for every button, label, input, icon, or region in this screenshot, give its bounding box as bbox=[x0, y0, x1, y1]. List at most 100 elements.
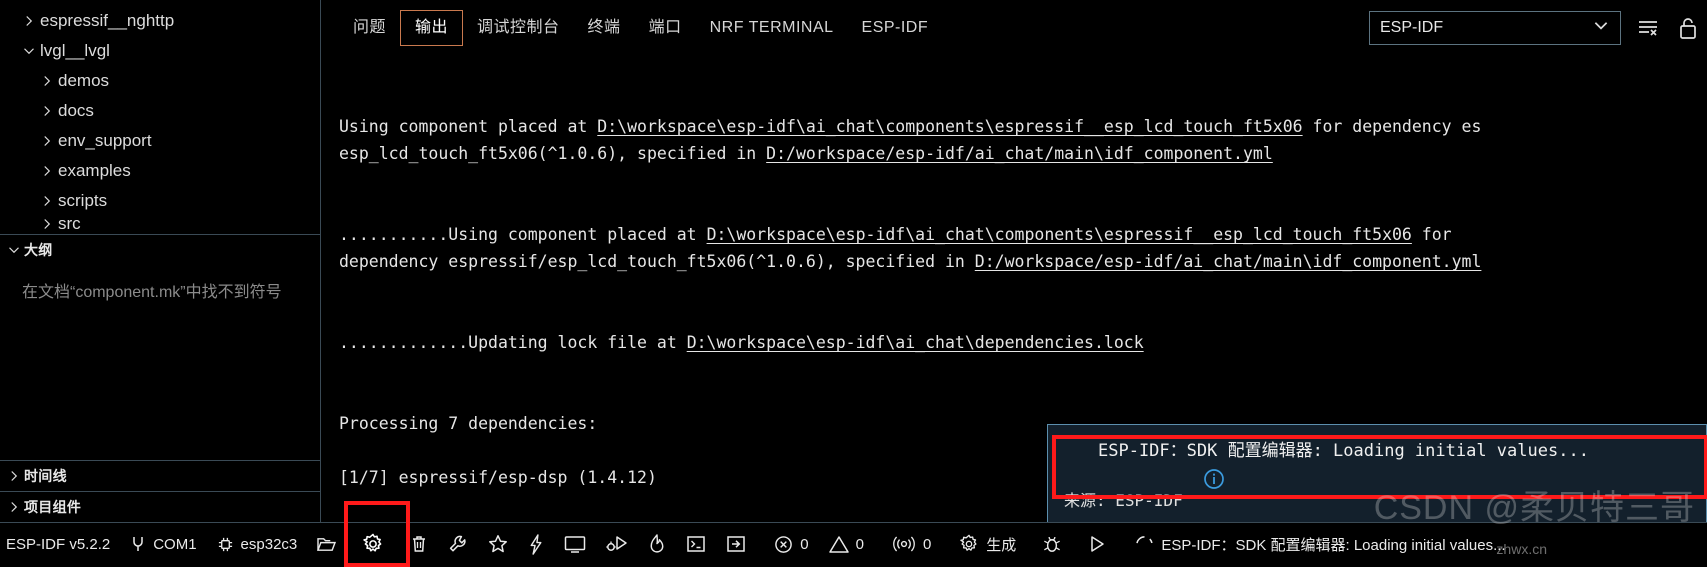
tree-item-docs[interactable]: docs bbox=[0, 96, 320, 126]
output-line: esp_lcd_touch_ft5x06(^1.0.6), specified … bbox=[339, 140, 1707, 167]
sidebar: espressif__nghttp lvgl__lvgl demos docs … bbox=[0, 0, 321, 522]
output-link[interactable]: D:/workspace/esp-idf/ai_chat/main\idf_co… bbox=[766, 144, 1273, 163]
status-label: esp32c3 bbox=[240, 535, 298, 553]
arrow-box-icon bbox=[726, 534, 746, 554]
chevron-right-icon bbox=[36, 75, 58, 87]
chevron-right-icon bbox=[18, 15, 40, 27]
tree-item-lvgl-lvgl[interactable]: lvgl__lvgl bbox=[0, 36, 320, 66]
output-text: for dependency es bbox=[1302, 117, 1482, 136]
tab-problems[interactable]: 问题 bbox=[339, 11, 400, 45]
chevron-right-icon bbox=[36, 135, 58, 147]
status-warning-count[interactable]: 0 bbox=[819, 523, 874, 565]
tab-ports[interactable]: 端口 bbox=[635, 11, 696, 45]
tree-item-label: lvgl__lvgl bbox=[40, 41, 110, 60]
tree-item-scripts[interactable]: scripts bbox=[0, 186, 320, 216]
status-run-task[interactable] bbox=[1072, 523, 1117, 565]
status-label: ESP-IDF v5.2.2 bbox=[6, 535, 111, 553]
status-esp-idf-version[interactable]: ESP-IDF v5.2.2 bbox=[0, 523, 120, 565]
status-open-folder[interactable] bbox=[307, 523, 346, 565]
status-bug-report[interactable] bbox=[1026, 523, 1072, 565]
status-open-terminal[interactable] bbox=[676, 523, 716, 565]
vscode-window: espressif__nghttp lvgl__lvgl demos docs … bbox=[0, 0, 1707, 567]
status-target-chip[interactable]: esp32c3 bbox=[207, 523, 308, 565]
wrench-icon bbox=[448, 534, 468, 554]
chevron-down-icon bbox=[18, 45, 40, 57]
tree-item-label: espressif__nghttp bbox=[40, 11, 175, 30]
spinner-icon bbox=[1135, 535, 1154, 554]
status-flash-device[interactable] bbox=[518, 523, 554, 565]
status-error-count[interactable]: 0 bbox=[756, 523, 818, 565]
folder-open-icon bbox=[317, 536, 337, 553]
tree-item-src[interactable]: src bbox=[0, 216, 320, 232]
timeline-pane-header[interactable]: 时间线 bbox=[0, 460, 320, 491]
status-favorites[interactable] bbox=[478, 523, 518, 565]
tree-item-env-support[interactable]: env_support bbox=[0, 126, 320, 156]
chevron-down-icon bbox=[1592, 16, 1610, 39]
status-radio-count[interactable]: 0 bbox=[874, 523, 941, 565]
output-link[interactable]: D:\workspace\esp-idf\ai_chat\components\… bbox=[707, 225, 1412, 244]
tab-terminal[interactable]: 终端 bbox=[574, 11, 635, 45]
lightning-icon bbox=[528, 533, 544, 555]
flame-icon bbox=[648, 533, 666, 555]
output-text: Processing 7 dependencies: bbox=[339, 414, 598, 433]
notification-message: ESP-IDF：SDK 配置编辑器: Loading initial value… bbox=[1098, 441, 1589, 461]
tree-item-label: examples bbox=[58, 161, 131, 180]
status-label: ESP-IDF：SDK 配置编辑器: Loading initial value… bbox=[1161, 536, 1506, 554]
clear-output-icon[interactable] bbox=[1635, 15, 1661, 41]
output-channel-select[interactable]: ESP-IDF bbox=[1369, 10, 1621, 45]
debug-run-icon bbox=[606, 534, 628, 554]
timeline-pane-title: 时间线 bbox=[24, 468, 67, 484]
radio-tower-icon bbox=[892, 535, 916, 554]
project-components-pane-header[interactable]: 项目组件 bbox=[0, 491, 320, 522]
status-full-clean[interactable] bbox=[400, 523, 438, 565]
status-sdk-configuration-editor[interactable] bbox=[346, 523, 400, 565]
status-build-task[interactable]: 生成 bbox=[941, 523, 1026, 565]
outline-empty-message: 在文档“component.mk”中找不到符号 bbox=[22, 284, 282, 301]
output-link[interactable]: D:\workspace\esp-idf\ai_chat\components\… bbox=[597, 117, 1302, 136]
output-text: for bbox=[1411, 225, 1452, 244]
tab-debug-console[interactable]: 调试控制台 bbox=[463, 11, 574, 45]
panel-tabbar: 问题 输出 调试控制台 终端 端口 NRF TERMINAL ESP-IDF E… bbox=[321, 0, 1707, 55]
terminal-icon bbox=[686, 534, 706, 554]
chevron-right-icon bbox=[36, 218, 58, 230]
output-text: .............Updating lock file at bbox=[339, 333, 687, 352]
workbench-body: espressif__nghttp lvgl__lvgl demos docs … bbox=[0, 0, 1707, 522]
tab-esp-idf[interactable]: ESP-IDF bbox=[848, 11, 943, 45]
output-link[interactable]: D:\workspace\esp-idf\ai_chat\dependencie… bbox=[687, 333, 1144, 352]
notification-source: 来源: ESP-IDF bbox=[1064, 490, 1183, 510]
plug-icon bbox=[130, 535, 146, 553]
status-monitor-device[interactable] bbox=[554, 523, 596, 565]
status-progress[interactable]: ESP-IDF：SDK 配置编辑器: Loading initial value… bbox=[1117, 523, 1515, 565]
unlock-icon[interactable] bbox=[1675, 15, 1701, 41]
output-line: Using component placed at D:\workspace\e… bbox=[339, 113, 1707, 140]
output-link[interactable]: D:/workspace/esp-idf/ai_chat/main\idf_co… bbox=[975, 252, 1482, 271]
status-open-external[interactable] bbox=[716, 523, 756, 565]
output-text: esp_lcd_touch_ft5x06(^1.0.6), specified … bbox=[339, 144, 767, 163]
explorer-tree[interactable]: espressif__nghttp lvgl__lvgl demos docs … bbox=[0, 0, 320, 234]
tree-item-label: demos bbox=[58, 71, 110, 90]
output-channel-value: ESP-IDF bbox=[1380, 18, 1444, 36]
tree-item-demos[interactable]: demos bbox=[0, 66, 320, 96]
tree-item-label: env_support bbox=[58, 131, 152, 150]
status-erase-flash[interactable] bbox=[638, 523, 676, 565]
tree-item-label: docs bbox=[58, 101, 94, 120]
status-label: 0 bbox=[855, 535, 864, 553]
status-build-project[interactable] bbox=[438, 523, 478, 565]
outline-pane-header[interactable]: 大纲 bbox=[0, 234, 320, 265]
status-label: 0 bbox=[922, 535, 932, 553]
notification-toast[interactable]: ESP-IDF：SDK 配置编辑器: Loading initial value… bbox=[1047, 424, 1707, 522]
status-debug-device[interactable] bbox=[596, 523, 638, 565]
tab-nrf-terminal[interactable]: NRF TERMINAL bbox=[696, 11, 848, 45]
tab-output[interactable]: 输出 bbox=[400, 9, 464, 46]
status-serial-port[interactable]: COM1 bbox=[120, 523, 206, 565]
tree-item-espressif-nghttp[interactable]: espressif__nghttp bbox=[0, 6, 320, 36]
chevron-right-icon bbox=[36, 105, 58, 117]
tree-item-examples[interactable]: examples bbox=[0, 156, 320, 186]
output-console[interactable]: Using component placed at D:\workspace\e… bbox=[321, 55, 1707, 522]
status-label: COM1 bbox=[153, 535, 197, 553]
